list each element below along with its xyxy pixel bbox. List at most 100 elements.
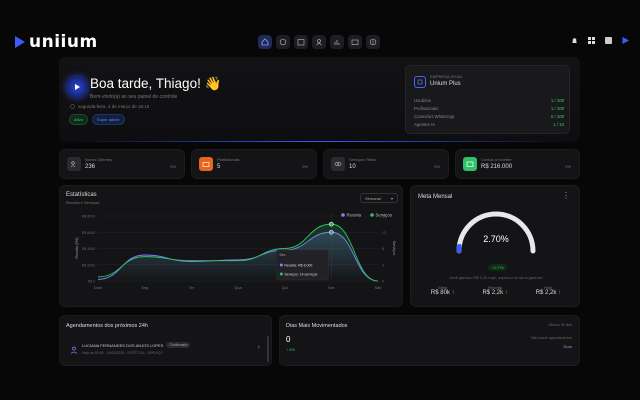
nav-home[interactable] <box>258 35 272 49</box>
stat-percent: 0% <box>170 164 176 169</box>
play-icon <box>75 84 80 90</box>
row-value: 1 / 10 <box>553 122 564 127</box>
stat-label: Serviços Feitos <box>349 157 377 162</box>
nav-calendar[interactable] <box>294 35 308 49</box>
x-tick-label: Qui <box>282 286 288 290</box>
goal-item-value: R$ 2,2k <box>482 290 504 296</box>
statistics-card: Estatísticas Receita e Serviços Semanal ▾… <box>59 185 403 307</box>
company-name: Unium Plus <box>430 81 461 87</box>
stat-value: 236 <box>85 164 96 170</box>
revenue-services-chart[interactable]: R$ 8000R$ 6000R$ 4000R$ 2000R$ 01612840R… <box>60 186 404 308</box>
tooltip-swatch <box>279 263 283 267</box>
wallet-icon <box>351 39 359 45</box>
clock-icon <box>70 104 75 109</box>
company-row: Conexões WhatsApp 0 / 100 <box>414 114 564 119</box>
role-tags: Ativo Super admin <box>69 114 125 125</box>
stat-card-clients[interactable]: Novos Clientes 236 0% <box>59 149 185 179</box>
legend-swatch <box>341 213 345 217</box>
legend-label: Receita <box>347 213 362 218</box>
busiest-days-card: Dias Mais Movimentados Últimos 30 dias 0… <box>279 315 580 366</box>
y2-tick-label: 8 <box>382 247 384 251</box>
days-note: Não houve agendamentos <box>530 336 572 340</box>
x-tick-label: Qua <box>234 286 242 290</box>
arrow-up-icon: ↑ <box>558 290 562 296</box>
bar-chart-icon <box>334 40 340 45</box>
top-bar: uniium <box>0 0 640 56</box>
schedule-title: Agendamentos dos próximos 24h <box>66 323 148 329</box>
main-nav <box>258 35 380 49</box>
stat-label: Contas a receber <box>481 157 512 162</box>
grid-icon[interactable] <box>587 36 596 45</box>
avatar[interactable] <box>67 77 87 97</box>
nav-chat[interactable] <box>276 35 290 49</box>
stat-percent: 0% <box>434 164 440 169</box>
appointment-item[interactable]: LUCIANA FERNANDES DOS ANJOS LOPES Confir… <box>66 338 262 360</box>
scrollbar[interactable] <box>267 336 269 362</box>
chat-icon <box>279 38 287 46</box>
role-badge: Super admin <box>91 114 125 125</box>
y2-tick-label: 12 <box>382 231 386 235</box>
y-tick-label: R$ 6000 <box>82 231 95 235</box>
bell-icon[interactable] <box>570 36 579 45</box>
goal-item: Receita R$ 2,2k ↑ <box>482 285 507 296</box>
row-value: 0 / 100 <box>550 114 564 119</box>
goal-badge: +2.7% <box>488 264 508 271</box>
row-label: Usuários <box>414 98 431 103</box>
days-title: Dias Mais Movimentados <box>286 323 348 329</box>
tooltip-swatch <box>279 272 283 276</box>
hero-divider <box>59 141 580 142</box>
nav-finance[interactable] <box>348 35 362 49</box>
goal-item: Meta R$ 80k ↑ <box>431 285 455 296</box>
greeting-title: Boa tarde, Thiago! 👋 <box>90 76 222 91</box>
user-icon <box>316 39 322 46</box>
y-tick-label: R$ 4000 <box>82 247 95 251</box>
y-tick-label: R$ 2000 <box>82 263 95 267</box>
y2-axis-label: Serviços <box>392 241 396 256</box>
nav-billing[interactable] <box>366 35 380 49</box>
stat-percent: 0% <box>302 164 308 169</box>
company-card[interactable]: EMPRESA ATUAL Unium Plus Usuários 1 / 100… <box>405 65 570 134</box>
current-date: segunda-feira, 4 de março de 16:15 <box>70 104 149 109</box>
days-percent: ↑ 0% <box>286 347 295 352</box>
goal-items: Meta R$ 80k ↑ Receita R$ 2,2k ↑ Hoje R$ 2,2… <box>417 285 575 296</box>
status-badge: Ativo <box>69 114 88 125</box>
days-value: 0 <box>286 335 291 344</box>
arrow-up-icon: ↑ <box>504 290 508 296</box>
nav-reports[interactable] <box>330 35 344 49</box>
stat-card-services[interactable]: Serviços Feitos 10 0% <box>323 149 449 179</box>
row-value: 1 / 100 <box>550 106 564 111</box>
x-tick-label: Dom <box>94 286 102 290</box>
wallet-icon <box>463 157 477 171</box>
client-name: LUCIANA FERNANDES DOS ANJOS LOPES <box>82 342 164 348</box>
row-label: Conexões WhatsApp <box>414 114 455 119</box>
gauge-track <box>456 211 536 254</box>
greeting-subtitle: Bem-vindo(a) ao seu painel de controle <box>90 94 178 100</box>
home-icon <box>261 38 269 46</box>
y-tick-label: R$ 8000 <box>82 215 95 219</box>
company-row: Agentes IA 1 / 10 <box>414 122 564 127</box>
y-axis-label: Receita (R$) <box>75 237 79 259</box>
stat-value: R$ 216.000 <box>481 164 513 170</box>
stat-label: Novos Clientes <box>85 157 112 162</box>
tooltip-revenue: Receita: R$ 6.000 <box>284 263 312 267</box>
y2-tick-label: 4 <box>382 263 384 267</box>
logo[interactable]: uniium <box>14 32 98 52</box>
eye-icon <box>331 157 345 171</box>
stat-card-receivables[interactable]: Contas a receber R$ 216.000 0% <box>455 149 580 179</box>
brand-play-icon[interactable] <box>621 36 630 45</box>
person-icon <box>70 346 78 354</box>
goal-note: Você ganhou R$ 2,2k hoje, superou os seu… <box>449 275 543 280</box>
tooltip-title: Sex <box>279 253 285 257</box>
stat-value: 10 <box>349 164 356 170</box>
logo-mark-icon <box>15 36 25 48</box>
dollar-icon <box>369 38 377 46</box>
y-tick-label: R$ 0 <box>88 280 95 284</box>
nav-clients[interactable] <box>312 35 326 49</box>
series-area <box>98 224 378 281</box>
appointment-detail: Hoje às 09:00 · 10/03/2025 · ESTÉTICA · … <box>82 351 164 355</box>
settings-icon[interactable] <box>604 36 613 45</box>
top-right-actions <box>570 36 630 45</box>
stat-value: 5 <box>217 164 221 170</box>
goal-percent: 2.70% <box>483 234 509 244</box>
stat-card-professionals[interactable]: Profissionais 5 0% <box>191 149 317 179</box>
